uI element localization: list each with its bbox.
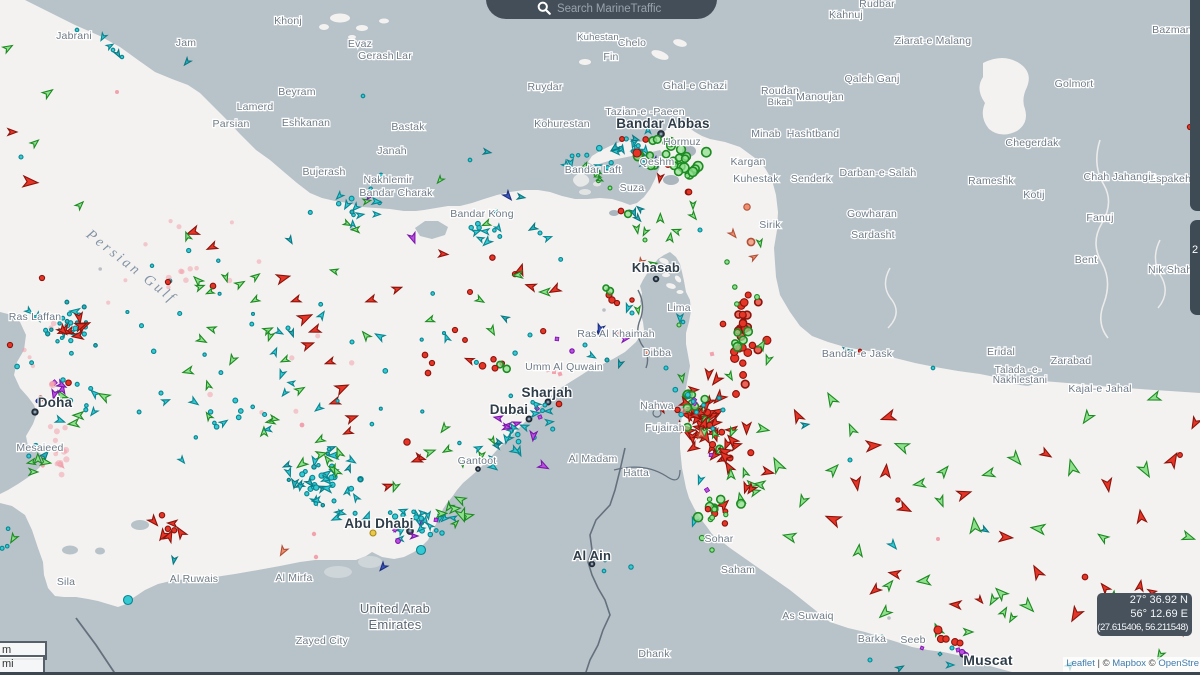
svg-text:Kargan: Kargan (730, 156, 765, 168)
svg-text:Kuhestan: Kuhestan (577, 32, 619, 43)
svg-text:Ziarat-e Malang: Ziarat-e Malang (895, 35, 972, 47)
svg-text:Kuhestak: Kuhestak (733, 173, 779, 185)
svg-text:Parsian: Parsian (212, 118, 249, 130)
svg-text:Mesaieed: Mesaieed (16, 442, 63, 454)
svg-text:Al Ain: Al Ain (573, 548, 611, 563)
svg-text:Kotij: Kotij (1023, 189, 1044, 201)
svg-text:Zarabad: Zarabad (1051, 355, 1092, 367)
svg-text:Al Madam: Al Madam (569, 453, 618, 465)
svg-text:Khasab: Khasab (632, 260, 680, 275)
svg-text:Bandar Charak: Bandar Charak (359, 187, 433, 199)
svg-text:Golmort: Golmort (1055, 78, 1094, 90)
svg-text:Nakhlestani: Nakhlestani (993, 375, 1047, 386)
svg-text:Manoujan: Manoujan (796, 91, 844, 103)
svg-text:Ruydar: Ruydar (527, 81, 562, 93)
svg-text:Fin: Fin (603, 51, 618, 63)
svg-text:Darban-e-Salah: Darban-e-Salah (840, 167, 917, 179)
svg-text:Roudan: Roudan (761, 85, 799, 97)
svg-text:Qeshm: Qeshm (640, 156, 675, 168)
svg-text:Ghal-e Ghazi: Ghal-e Ghazi (663, 80, 727, 92)
svg-text:Tazian-e -Paeen: Tazian-e -Paeen (605, 106, 684, 118)
svg-text:Kahnuj: Kahnuj (829, 9, 863, 21)
svg-text:Fujairah: Fujairah (645, 422, 685, 434)
svg-text:Saham: Saham (721, 564, 755, 576)
svg-text:Evaz: Evaz (348, 38, 372, 50)
svg-text:Sila: Sila (57, 576, 75, 588)
svg-text:Minab: Minab (751, 128, 781, 140)
svg-text:Jabrani: Jabrani (56, 30, 92, 42)
svg-text:Lamerd: Lamerd (237, 101, 274, 113)
svg-text:Hatta: Hatta (623, 467, 649, 479)
svg-text:Ras Al Khaimah: Ras Al Khaimah (577, 328, 655, 340)
svg-text:Bandar-e Jask: Bandar-e Jask (822, 348, 893, 360)
svg-text:Senderk: Senderk (791, 173, 832, 185)
svg-text:Eshkanan: Eshkanan (282, 117, 330, 129)
svg-text:Khonj: Khonj (274, 15, 302, 27)
svg-text:Doha: Doha (38, 395, 73, 410)
svg-text:Rudbar: Rudbar (859, 0, 895, 10)
svg-text:United Arab: United Arab (360, 601, 430, 616)
svg-text:Gowharan: Gowharan (847, 208, 897, 220)
svg-text:Dibba: Dibba (643, 347, 671, 359)
svg-text:Umm Al Quwain: Umm Al Quwain (525, 361, 603, 373)
svg-text:Espakeh: Espakeh (1149, 173, 1191, 185)
svg-text:Beyram: Beyram (278, 86, 315, 98)
svg-text:Kajal-e Jahal: Kajal-e Jahal (1068, 383, 1131, 395)
svg-text:Hormuz: Hormuz (663, 136, 701, 148)
svg-text:Bent: Bent (1075, 254, 1097, 266)
svg-text:Bastak: Bastak (391, 121, 425, 133)
svg-text:Rameshk: Rameshk (968, 175, 1014, 187)
svg-text:Lima: Lima (667, 302, 691, 314)
svg-text:Emirates: Emirates (369, 617, 422, 632)
svg-text:As Suwaiq: As Suwaiq (782, 610, 833, 622)
svg-text:Nahwa: Nahwa (640, 400, 674, 412)
svg-text:Chelo: Chelo (618, 37, 646, 49)
svg-text:Zayed City: Zayed City (296, 635, 349, 647)
svg-text:Bandar Abbas: Bandar Abbas (616, 116, 709, 131)
svg-text:Bandar Laft: Bandar Laft (565, 164, 622, 176)
svg-text:Janah: Janah (377, 145, 407, 157)
svg-text:Sirik: Sirik (759, 219, 781, 231)
svg-text:Lar: Lar (396, 50, 412, 62)
svg-text:Dhank: Dhank (638, 648, 670, 660)
svg-text:Sohar: Sohar (704, 533, 733, 545)
svg-text:Gerash: Gerash (358, 50, 394, 62)
svg-text:Dubai: Dubai (490, 402, 529, 417)
svg-text:Hashtband: Hashtband (787, 128, 840, 140)
svg-text:Fanuj: Fanuj (1086, 212, 1113, 224)
svg-text:Kohurestan: Kohurestan (534, 118, 590, 130)
svg-text:Muscat: Muscat (963, 652, 1013, 668)
svg-text:Bandar Kong: Bandar Kong (450, 208, 514, 220)
svg-text:Suza: Suza (620, 182, 645, 194)
svg-text:Al Mirfa: Al Mirfa (275, 572, 312, 584)
svg-text:Eridal: Eridal (987, 346, 1015, 358)
svg-text:Qaleh Ganj: Qaleh Ganj (844, 73, 899, 85)
svg-text:Seeb: Seeb (900, 634, 925, 646)
svg-text:Chegerdak: Chegerdak (1005, 137, 1059, 149)
svg-text:Gantoot: Gantoot (458, 455, 497, 467)
svg-text:Barka: Barka (858, 633, 886, 645)
svg-text:Jam: Jam (176, 37, 196, 49)
svg-text:Bujerash: Bujerash (302, 166, 345, 178)
svg-text:Bikah: Bikah (768, 97, 793, 108)
svg-text:Sardasht: Sardasht (851, 229, 895, 241)
svg-text:Bazman: Bazman (1152, 24, 1192, 36)
svg-text:Al Ruwais: Al Ruwais (170, 573, 218, 585)
svg-text:Abu Dhabi: Abu Dhabi (344, 516, 413, 531)
svg-text:Ras Laffan: Ras Laffan (9, 311, 62, 323)
svg-text:Chah Jahangir: Chah Jahangir (1084, 171, 1155, 183)
svg-text:Nakhlemir: Nakhlemir (363, 174, 412, 186)
svg-text:Sharjah: Sharjah (522, 385, 573, 400)
